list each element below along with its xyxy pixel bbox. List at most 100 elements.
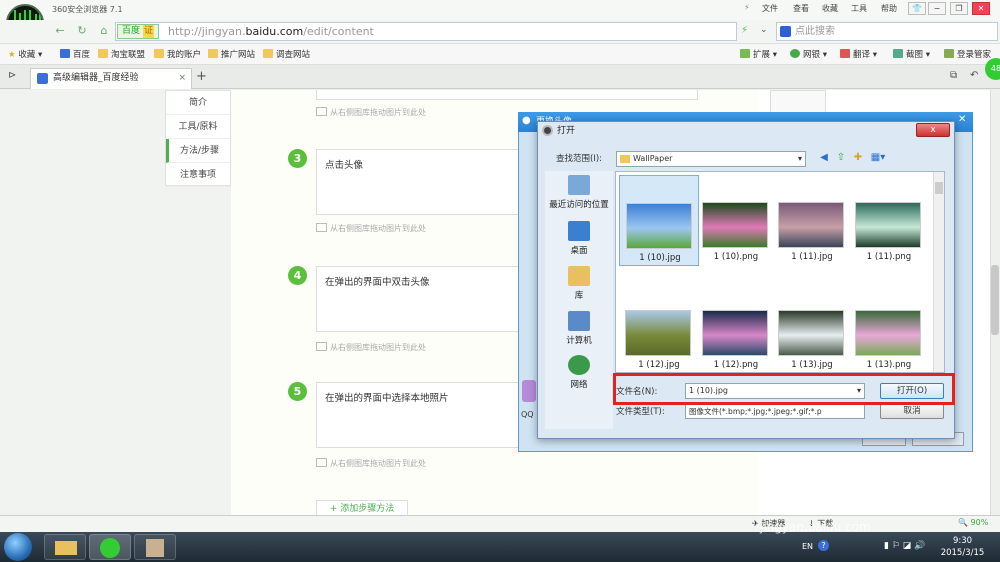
file-item[interactable]: 1 (13).png	[849, 280, 929, 371]
restore-icon[interactable]: ❐	[950, 2, 968, 15]
file-list-scrollbar[interactable]	[933, 172, 944, 372]
menu-help[interactable]: 帮助	[881, 3, 897, 14]
page-scrollbar-thumb[interactable]	[991, 265, 999, 335]
picture-icon	[316, 223, 327, 232]
file-thumbnail	[626, 203, 692, 249]
place-computer[interactable]: 计算机	[545, 311, 613, 346]
lightning-icon[interactable]: ⚡	[744, 3, 750, 12]
tray-icons[interactable]: ▮ ⚐ ◪ 🔊	[884, 541, 925, 551]
language-indicator[interactable]: EN	[802, 542, 813, 551]
new-tab-button[interactable]: +	[196, 69, 207, 84]
search-input[interactable]: 点此搜索	[776, 22, 998, 41]
cancel-button[interactable]: 取消	[880, 404, 944, 419]
refresh-icon[interactable]: ↻	[72, 22, 92, 40]
qq-avatar-icon	[522, 380, 536, 402]
nav-steps[interactable]: 方法/步骤	[166, 139, 230, 163]
menu-file[interactable]: 文件	[762, 3, 778, 14]
view-menu-icon[interactable]: ▦▾	[868, 151, 888, 165]
undo-icon[interactable]: ↶	[970, 70, 978, 81]
help-icon[interactable]: ?	[818, 540, 829, 551]
folder-icon	[263, 49, 273, 58]
bookmark-promo[interactable]: 推广网站	[208, 48, 255, 60]
system-clock[interactable]: 9:30 2015/3/15	[930, 535, 995, 559]
nav-tools[interactable]: 工具/原料	[166, 115, 230, 139]
toolbar-screenshot[interactable]: 截图 ▾	[893, 48, 930, 60]
file-thumbnail	[625, 310, 691, 356]
place-network[interactable]: 网络	[545, 355, 613, 390]
app-icon	[146, 539, 164, 557]
file-item[interactable]: 1 (10).png	[696, 175, 776, 266]
file-thumbnail	[855, 310, 921, 356]
zoom-level[interactable]: 🔍 90%	[958, 518, 988, 527]
nav-intro[interactable]: 简介	[166, 91, 230, 115]
start-button[interactable]	[4, 533, 32, 561]
close-window-icon[interactable]: ✕	[972, 2, 990, 15]
speed-badge[interactable]: 48	[985, 58, 1000, 80]
browser-titlebar	[0, 0, 1000, 20]
file-item[interactable]: 1 (12).jpg	[619, 280, 699, 371]
toolbar-extensions[interactable]: 扩展 ▾	[740, 48, 777, 60]
taskbar-qq[interactable]	[134, 534, 176, 560]
nav-notes[interactable]: 注意事项	[166, 163, 230, 187]
accelerate-icon[interactable]: ⚡	[741, 25, 748, 36]
bookmark-survey[interactable]: 调查网站	[263, 48, 310, 60]
bookmark-taobao[interactable]: 淘宝联盟	[98, 48, 145, 60]
step-box-previous[interactable]	[316, 90, 698, 100]
menu-view[interactable]: 查看	[793, 3, 809, 14]
lookin-select[interactable]: WallPaper ▾	[616, 151, 806, 167]
file-item[interactable]: 1 (12).png	[696, 280, 776, 371]
folder-icon	[154, 49, 164, 58]
new-folder-icon[interactable]: ✚	[851, 151, 865, 165]
window-list-icon[interactable]: ⧉	[950, 70, 957, 81]
baidu-paw-icon	[780, 26, 791, 37]
back-arrow-icon[interactable]: ◀	[817, 151, 831, 165]
place-libraries[interactable]: 库	[545, 266, 613, 301]
left-nav: 简介 工具/原料 方法/步骤 注意事项	[165, 90, 231, 187]
image-drop-hint: 从右侧图库拖动图片到此处	[316, 342, 426, 353]
tab-editor[interactable]: 高级编辑器_百度经验 ×	[30, 68, 192, 89]
library-icon	[568, 266, 590, 286]
file-item[interactable]: 1 (13).jpg	[772, 280, 852, 371]
taskbar-explorer[interactable]	[44, 534, 86, 560]
back-icon[interactable]: ←	[50, 22, 70, 40]
taskbar-browser[interactable]	[89, 534, 131, 560]
up-folder-icon[interactable]: ⇧	[834, 151, 848, 165]
chevron-down-icon[interactable]: ⌄	[760, 25, 768, 35]
file-list-scrollbar-thumb[interactable]	[935, 182, 943, 194]
folder-icon	[208, 49, 218, 58]
toolbar-translate[interactable]: 翻译 ▾	[840, 48, 877, 60]
minimize-icon[interactable]: −	[928, 2, 946, 15]
place-desktop[interactable]: 桌面	[545, 221, 613, 256]
dialog-close-button[interactable]: x	[916, 123, 950, 137]
toolbar-login-manager[interactable]: 登录管家	[944, 48, 991, 60]
extension-icon	[740, 49, 750, 58]
file-thumbnail	[702, 310, 768, 356]
file-thumbnail	[778, 310, 844, 356]
bookmark-favorites[interactable]: ★ 收藏 ▾	[8, 48, 42, 60]
skin-icon[interactable]: 👕	[908, 2, 926, 15]
place-recent[interactable]: 最近访问的位置	[545, 175, 613, 210]
step-number: 5	[288, 382, 307, 401]
menu-favorites[interactable]: 收藏	[822, 3, 838, 14]
file-thumbnail	[855, 202, 921, 248]
qq-close-icon[interactable]: ✕	[958, 114, 966, 125]
app-title: 360安全浏览器 7.1	[52, 5, 123, 14]
file-name: 1 (10).png	[713, 252, 759, 262]
tab-title: 高级编辑器_百度经验	[53, 73, 139, 83]
file-name: 1 (11).png	[866, 252, 912, 262]
file-item[interactable]: 1 (11).png	[849, 175, 929, 266]
toolbar-banking[interactable]: 网银 ▾	[790, 48, 827, 60]
home-icon[interactable]: ⌂	[94, 22, 114, 40]
bookmark-account[interactable]: 我的账户	[154, 48, 201, 60]
search-engine-badge[interactable]: 百度证	[117, 24, 160, 39]
places-bar: 最近访问的位置 桌面 库 计算机 网络	[545, 171, 613, 429]
bookmark-baidu[interactable]: 百度	[60, 48, 90, 60]
filetype-select[interactable]: 图像文件(*.bmp;*.jpg;*.jpeg;*.gif;*.p	[685, 404, 865, 419]
file-item[interactable]: 1 (10).jpg	[619, 175, 699, 266]
url-input[interactable]: http://jingyan.baidu.com/edit/content	[115, 22, 737, 41]
scissors-icon	[893, 49, 903, 58]
close-tab-icon[interactable]: ×	[178, 69, 186, 88]
sidebar-toggle-icon[interactable]: ⊳	[8, 70, 16, 81]
file-item[interactable]: 1 (11).jpg	[772, 175, 852, 266]
menu-tools[interactable]: 工具	[851, 3, 867, 14]
